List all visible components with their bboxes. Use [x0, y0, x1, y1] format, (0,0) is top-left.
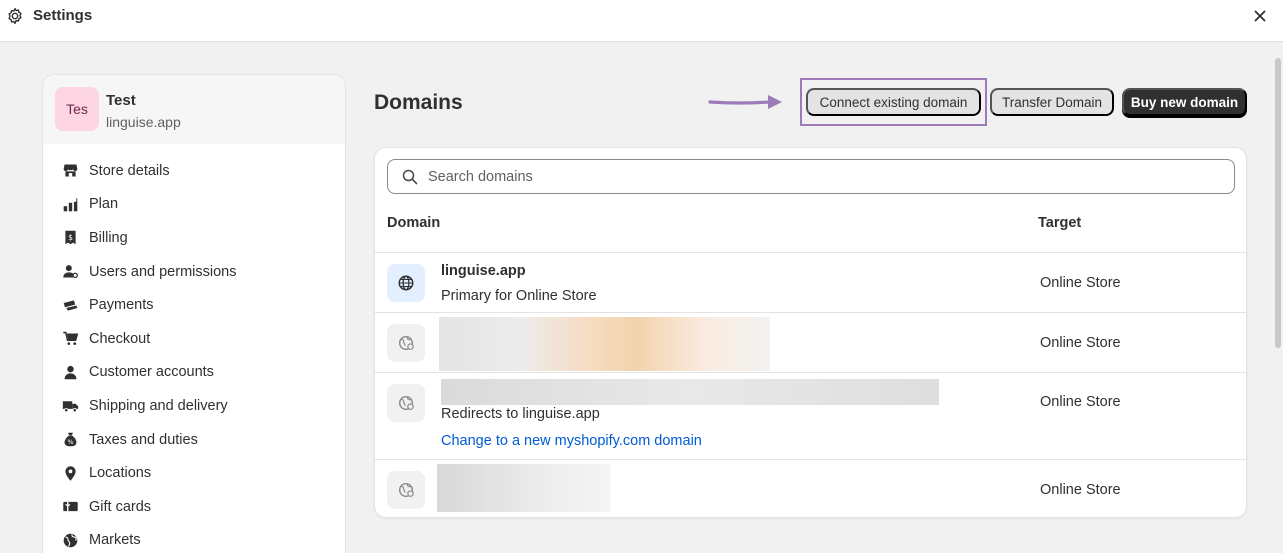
sidebar-item-label: Store details — [89, 162, 170, 179]
domain-target: Online Store — [1040, 394, 1121, 410]
sidebar-item-label: Taxes and duties — [89, 431, 198, 448]
tax-icon: % — [61, 431, 79, 449]
sidebar-item-billing[interactable]: $ Billing — [43, 221, 345, 255]
cart-icon — [61, 330, 79, 348]
transfer-domain-button[interactable]: Transfer Domain — [990, 88, 1114, 116]
domain-status: Primary for Online Store — [441, 288, 597, 304]
gift-card-icon — [61, 498, 79, 516]
sidebar-item-label: Payments — [89, 297, 154, 314]
domain-name: linguise.app — [441, 263, 526, 279]
sidebar-item-checkout[interactable]: Checkout — [43, 322, 345, 356]
column-header-target: Target — [1038, 215, 1082, 231]
globe-icon — [387, 264, 425, 302]
store-domain: linguise.app — [106, 114, 181, 130]
title-bar: Settings — [0, 0, 1283, 42]
redacted-domain — [441, 379, 939, 405]
sidebar-item-label: Customer accounts — [89, 364, 214, 381]
sidebar-nav: Store details Plan $ Billing Users and p… — [43, 144, 345, 553]
redacted-domain — [439, 317, 770, 371]
table-row[interactable]: Online Store — [375, 312, 1246, 372]
settings-sidebar: Tes Test linguise.app Store details Plan… — [42, 74, 346, 553]
domains-card: Domain Target linguise.app Primary for O… — [374, 147, 1247, 518]
person-icon — [61, 363, 79, 381]
sidebar-item-plan[interactable]: Plan — [43, 188, 345, 222]
table-row[interactable]: linguise.app Primary for Online Store On… — [375, 252, 1246, 312]
users-icon — [61, 263, 79, 281]
sidebar-item-label: Locations — [89, 465, 152, 482]
sidebar-item-shipping-and-delivery[interactable]: Shipping and delivery — [43, 389, 345, 423]
globe-connected-icon — [387, 324, 425, 362]
sidebar-item-markets[interactable]: Markets — [43, 524, 345, 553]
sidebar-item-gift-cards[interactable]: Gift cards — [43, 490, 345, 524]
connect-existing-domain-button[interactable]: Connect existing domain — [806, 88, 981, 116]
svg-text:$: $ — [68, 234, 73, 243]
sidebar-item-label: Gift cards — [89, 498, 152, 515]
plan-icon — [61, 195, 79, 213]
globe-icon — [61, 531, 79, 549]
globe-connected-icon — [387, 471, 425, 509]
sidebar-item-label: Plan — [89, 196, 119, 213]
search-input[interactable] — [428, 164, 1218, 189]
avatar: Tes — [55, 87, 99, 131]
sidebar-item-payments[interactable]: Payments — [43, 288, 345, 322]
store-header[interactable]: Tes Test linguise.app — [43, 75, 345, 144]
redacted-domain — [437, 464, 611, 512]
sidebar-item-store-details[interactable]: Store details — [43, 154, 345, 188]
sidebar-item-label: Users and permissions — [89, 263, 237, 280]
table-row[interactable]: Online Store — [375, 459, 1246, 517]
sidebar-item-users-and-permissions[interactable]: Users and permissions — [43, 255, 345, 289]
sidebar-item-label: Checkout — [89, 330, 151, 347]
search-icon — [402, 169, 418, 185]
billing-icon: $ — [61, 229, 79, 247]
sidebar-item-label: Billing — [89, 229, 128, 246]
scrollbar[interactable] — [1275, 58, 1281, 348]
svg-text:%: % — [67, 438, 73, 446]
sidebar-item-taxes-and-duties[interactable]: % Taxes and duties — [43, 423, 345, 457]
annotation-arrow — [708, 95, 782, 109]
window-title: Settings — [33, 7, 93, 24]
buy-new-domain-button[interactable]: Buy new domain — [1122, 88, 1247, 116]
sidebar-item-label: Markets — [89, 532, 141, 549]
truck-icon — [61, 397, 79, 415]
sidebar-item-customer-accounts[interactable]: Customer accounts — [43, 356, 345, 390]
gear-icon — [8, 7, 22, 25]
close-icon[interactable] — [1252, 8, 1268, 24]
search-box[interactable] — [387, 159, 1235, 194]
column-header-domain: Domain — [387, 215, 441, 231]
store-name: Test — [106, 92, 136, 109]
redirect-text: Redirects to linguise.app — [441, 406, 600, 422]
domain-target: Online Store — [1040, 335, 1121, 351]
payments-icon — [61, 296, 79, 314]
domain-target: Online Store — [1040, 482, 1121, 498]
globe-connected-icon — [387, 384, 425, 422]
domain-target: Online Store — [1040, 275, 1121, 291]
page-title: Domains — [374, 91, 463, 114]
store-icon — [61, 162, 79, 180]
change-myshopify-domain-link[interactable]: Change to a new myshopify.com domain — [441, 433, 702, 449]
table-row[interactable]: Redirects to linguise.app Change to a ne… — [375, 372, 1246, 459]
sidebar-item-locations[interactable]: Locations — [43, 456, 345, 490]
location-icon — [61, 464, 79, 482]
sidebar-item-label: Shipping and delivery — [89, 397, 228, 414]
